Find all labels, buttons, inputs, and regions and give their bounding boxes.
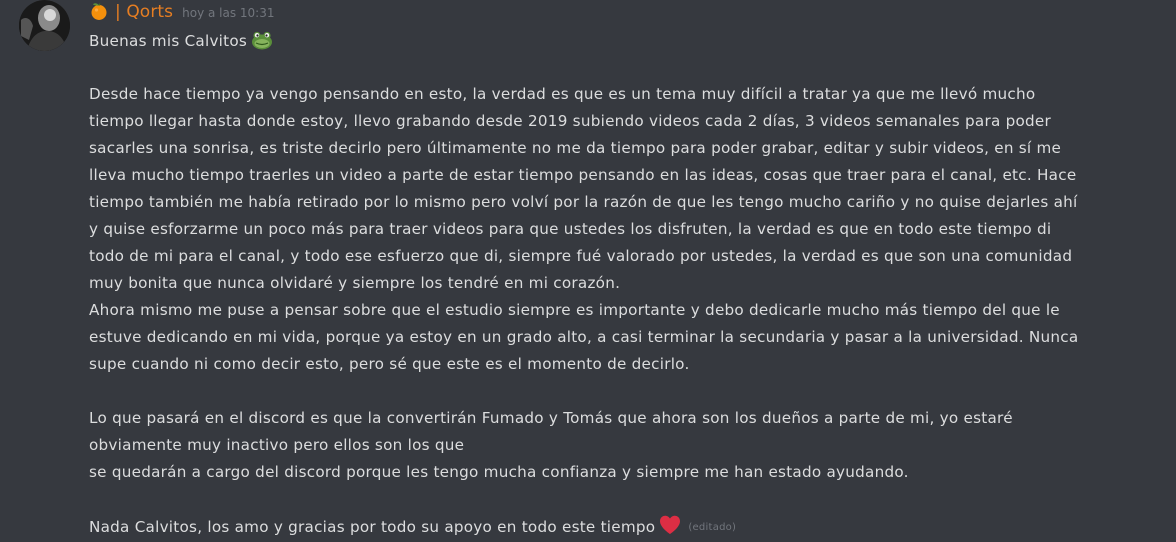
message-line: supe cuando ni como decir esto, pero sé … [89,355,690,373]
frog-icon [252,31,273,50]
chat-message: | Qorts hoy a las 10:31 Buenas mis Calvi… [0,0,1176,542]
message-line: Ahora mismo me puse a pensar sobre que e… [89,301,1060,319]
greeting-line: Buenas mis Calvitos [89,27,1149,54]
message-line [89,378,1149,405]
message-line: estuve dedicando en mi vida, porque ya e… [89,328,1079,346]
message-header: | Qorts hoy a las 10:31 [89,0,275,24]
message-line: tiempo llegar hasta donde estoy, llevo g… [89,112,1051,130]
message-line: se quedarán a cargo del discord porque l… [89,463,909,481]
message-line: todo de mi para el canal, y todo ese esf… [89,247,1073,265]
message-timestamp: hoy a las 10:31 [182,6,275,20]
message-line: lleva mucho tiempo traerles un video a p… [89,166,1077,184]
message-line: obviamente muy inactivo pero ellos son l… [89,436,465,454]
heart-icon [660,515,681,534]
message-line: tiempo también me había retirado por lo … [89,193,1078,211]
message-line: y quise esforzarme un poco más para trae… [89,220,1052,238]
message-line: sacarles una sonrisa, es triste decirlo … [89,139,1062,157]
message-line: Desde hace tiempo ya vengo pensando en e… [89,85,1036,103]
orange-fruit-icon [91,2,107,20]
user-avatar[interactable] [19,0,70,51]
author-name[interactable]: | Qorts [115,2,173,22]
avatar-image [19,0,70,51]
edited-label: (editado) [688,522,737,533]
closing-line: Nada Calvitos, los amo y gracias por tod… [89,513,1149,540]
greeting-text: Buenas mis Calvitos [89,32,248,50]
closing-text: Nada Calvitos, los amo y gracias por tod… [89,518,656,536]
message-content: Buenas mis Calvitos Desde hace tiempo ya… [89,27,1149,540]
message-line: Lo que pasará en el discord es que la co… [89,409,1013,427]
message-line: muy bonita que nunca olvidaré y siempre … [89,274,621,292]
message-line [89,486,1149,513]
